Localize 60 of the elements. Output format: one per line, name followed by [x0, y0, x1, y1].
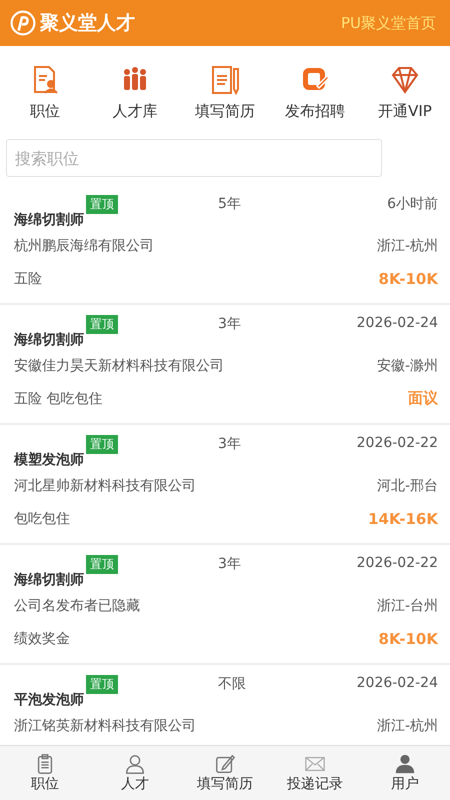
person-icon: [124, 753, 146, 775]
menu-item[interactable]: 人才库: [90, 64, 180, 121]
pinned-badge: 置顶: [86, 675, 118, 694]
job-card[interactable]: 海绵切割师 置顶 3年 2026-02-22 公司名发布者已隐藏 浙江-台州 绩效奖金 8K-10K: [0, 545, 450, 665]
location-text: 浙江-台州: [376, 596, 438, 614]
menu-item[interactable]: 开通VIP: [360, 64, 450, 121]
pinned-badge: 置顶: [86, 435, 118, 454]
nav-tab[interactable]: 人才: [95, 746, 175, 800]
company-name: 河北星帅新材料科技有限公司: [14, 476, 196, 494]
menu-item[interactable]: 发布招聘: [270, 64, 360, 121]
company-name: 公司名发布者已隐藏: [14, 596, 140, 614]
location-text: 浙江-杭州: [376, 236, 438, 254]
pinned-badge: 置顶: [86, 195, 118, 214]
pinned-badge: 置顶: [86, 315, 118, 334]
job-card[interactable]: 海绵切割师 置顶 5年 6小时前 杭州鹏辰海绵有限公司 浙江-杭州 五险 8K-10K: [0, 185, 450, 305]
salary-text: 8K-10K: [378, 270, 438, 288]
menu-item[interactable]: 填写简历: [180, 64, 270, 121]
edit-icon: [214, 753, 236, 775]
benefits-text: 五险 包吃包住: [14, 390, 102, 408]
nav-tab[interactable]: 职位: [5, 746, 85, 800]
experience-text: 不限: [218, 675, 246, 693]
salary-text: 面议: [408, 389, 438, 408]
job-title: 模塑发泡师: [14, 451, 84, 469]
nav-tab[interactable]: 投递记录: [275, 746, 355, 800]
experience-text: 3年: [218, 555, 241, 573]
diamond-icon: [389, 64, 421, 96]
post-time: 6小时前: [387, 195, 438, 213]
job-title: 海绵切割师: [14, 331, 84, 349]
benefits-text: 五险: [14, 270, 42, 288]
nav-tab[interactable]: 填写简历: [185, 746, 265, 800]
job-title: 海绵切割师: [14, 571, 84, 589]
app-title: 聚义堂人才: [40, 11, 136, 36]
location-text: 河北-邢台: [376, 476, 438, 494]
location-text: 安徽-滁州: [376, 356, 438, 374]
experience-text: 5年: [218, 195, 241, 213]
search-field[interactable]: 搜索职位: [6, 139, 382, 177]
company-name: 浙江铭英新材料科技有限公司: [14, 716, 196, 734]
benefits-text: 包吃包住: [14, 510, 70, 528]
salary-text: 8K-10K: [378, 630, 438, 648]
company-name: 杭州鹏辰海绵有限公司: [14, 236, 154, 254]
benefits-text: 绩效奖金: [14, 630, 70, 648]
post-time: 2026-02-24: [356, 675, 438, 691]
pinned-badge: 置顶: [86, 555, 118, 574]
post-time: 2026-02-22: [356, 435, 438, 451]
user-icon: [394, 753, 416, 775]
job-title: 海绵切割师: [14, 211, 84, 229]
document-icon: [209, 64, 241, 96]
salary-text: 14K-16K: [368, 510, 438, 528]
logo-icon: [10, 10, 36, 36]
menu-item[interactable]: 职位: [0, 64, 90, 121]
job-card[interactable]: 模塑发泡师 置顶 3年 2026-02-22 河北星帅新材料科技有限公司 河北-邢台 包吃包住 14K-16K: [0, 425, 450, 545]
location-text: 浙江-杭州: [376, 716, 438, 734]
experience-text: 3年: [218, 435, 241, 453]
job-card[interactable]: 海绵切割师 置顶 3年 2026-02-24 安徽佳力昊天新材料科技有限公司 安徽-滁州 五险 包吃包住 面议: [0, 305, 450, 425]
experience-text: 3年: [218, 315, 241, 333]
company-name: 安徽佳力昊天新材料科技有限公司: [14, 356, 224, 374]
post-time: 2026-02-22: [356, 555, 438, 571]
post-time: 2026-02-24: [356, 315, 438, 331]
job-title: 平泡发泡师: [14, 691, 84, 709]
nav-tab[interactable]: 用户: [365, 746, 445, 800]
